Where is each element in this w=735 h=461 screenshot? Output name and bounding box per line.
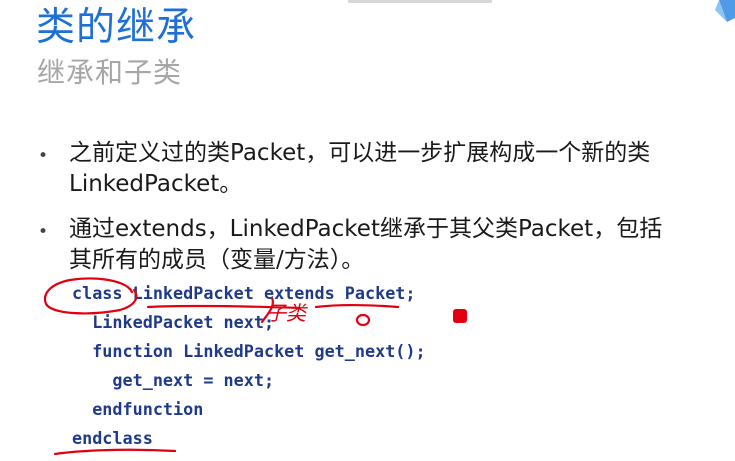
bullet-1-line-2: LinkedPacket。 [69,171,243,197]
bullet-2-line-2: 其所有的成员（变量/方法）。 [69,247,365,273]
code-line: function LinkedPacket get_next(); [72,341,426,361]
bullet-1-line-1: 之前定义过的类Packet，可以进一步扩展构成一个新的类 [69,140,651,166]
code-line: class LinkedPacket extends Packet; [72,283,416,303]
bullet-dot-icon: • [38,222,49,242]
slide-subtitle: 继承和子类 [37,56,183,89]
code-line: LinkedPacket next; [72,312,275,332]
top-scroll-bar[interactable] [348,0,492,3]
code-line: get_next = next; [72,370,275,390]
code-line: endfunction [72,399,204,419]
corner-logo-icon [715,0,735,22]
code-line: endclass [72,428,153,448]
laser-pointer-icon [453,309,467,323]
circle-annotation [355,313,371,327]
slide-title: 类的继承 [36,5,197,50]
bullet-2-line-1: 通过extends，LinkedPacket继承于其父类Packet，包括 [69,216,663,242]
bullet-dot-icon: • [38,146,49,166]
